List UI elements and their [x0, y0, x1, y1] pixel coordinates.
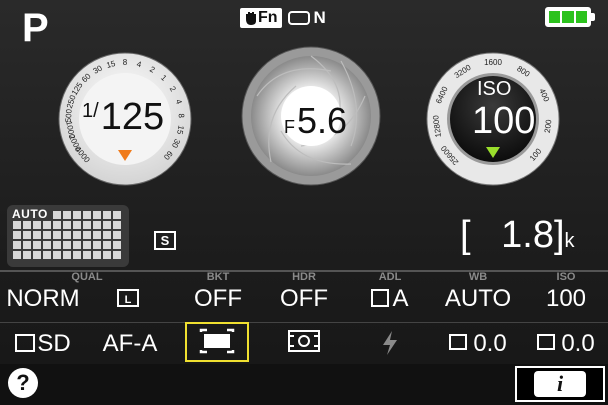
battery-icon	[545, 7, 595, 27]
iso-dial-label: ISO	[477, 78, 512, 100]
setting-metering[interactable]	[264, 328, 344, 361]
setting-hdr[interactable]: OFF	[264, 285, 344, 313]
bracket-close: ]	[553, 214, 565, 256]
shutter-fraction: 1/	[82, 100, 99, 122]
picture-control-icon	[15, 334, 36, 352]
setting-bracketing[interactable]: OFF	[178, 285, 258, 313]
header-hdr: HDR	[292, 271, 316, 283]
setting-iso[interactable]: 100	[526, 285, 606, 313]
picture-control-value: SD	[37, 330, 71, 357]
fn-indicator: Fn	[240, 8, 282, 28]
setting-picture-control[interactable]: SD	[3, 330, 83, 358]
auto-label: AUTO	[12, 207, 48, 221]
header-adl: ADL	[378, 271, 402, 283]
frame-icon	[287, 11, 310, 25]
shutter-number: 125	[100, 96, 165, 138]
flash-comp-icon	[449, 334, 468, 350]
setting-quality[interactable]: NORM	[3, 285, 83, 313]
setting-exposure-comp[interactable]: 0.0	[526, 330, 606, 358]
aperture-f-label: F	[284, 117, 295, 137]
n-indicator: N	[287, 8, 326, 28]
fn-label: Fn	[258, 9, 278, 26]
setting-white-balance[interactable]: AUTO	[438, 285, 518, 313]
header-wb: WB	[468, 271, 488, 283]
shutter-value: 1/125	[82, 96, 164, 139]
flash-comp-value: 0.0	[473, 330, 507, 357]
scale-label: 200	[543, 119, 554, 134]
header-qual: QUAL	[71, 271, 103, 283]
info-icon: i	[534, 371, 586, 397]
remaining-unit: k	[564, 230, 575, 252]
info-button[interactable]: i	[515, 366, 605, 402]
help-button[interactable]: ?	[8, 368, 38, 398]
setting-flash-comp[interactable]: 0.0	[438, 330, 518, 358]
setting-adl[interactable]: A	[350, 285, 430, 313]
flash-icon	[383, 331, 397, 355]
panel-divider-mid	[0, 322, 608, 323]
remaining-value: 1.8	[501, 214, 554, 256]
hand-icon	[246, 12, 256, 25]
remaining-shots: [ 1.8]k	[460, 214, 575, 257]
header-bkt: BKT	[206, 271, 230, 283]
aperture-value: F5.6	[284, 100, 347, 142]
setting-flash-mode[interactable]	[350, 330, 430, 363]
setting-image-size[interactable]: L	[88, 287, 168, 309]
s-indicator: S	[154, 231, 176, 250]
top-status: Fn N	[240, 7, 326, 29]
svg-text:L: L	[125, 294, 132, 306]
adl-value: A	[392, 285, 409, 312]
iso-dial-value: 100	[472, 100, 536, 142]
image-size-icon: L	[117, 289, 139, 307]
exposure-comp-value: 0.0	[561, 330, 595, 357]
scale-label: 500	[64, 108, 74, 122]
selection-highlight	[185, 322, 249, 362]
header-iso: ISO	[556, 271, 576, 283]
n-label: N	[313, 8, 326, 27]
exposure-comp-icon	[537, 334, 556, 350]
shooting-mode: P	[22, 6, 49, 50]
scale-label: 1600	[484, 58, 502, 67]
adl-icon	[371, 289, 390, 307]
metering-icon	[288, 330, 320, 352]
scale-label: 8	[123, 58, 128, 67]
setting-focus-mode[interactable]: AF-A	[90, 330, 170, 358]
bracket-open: [	[460, 214, 471, 256]
aperture-number: 5.6	[297, 100, 348, 141]
